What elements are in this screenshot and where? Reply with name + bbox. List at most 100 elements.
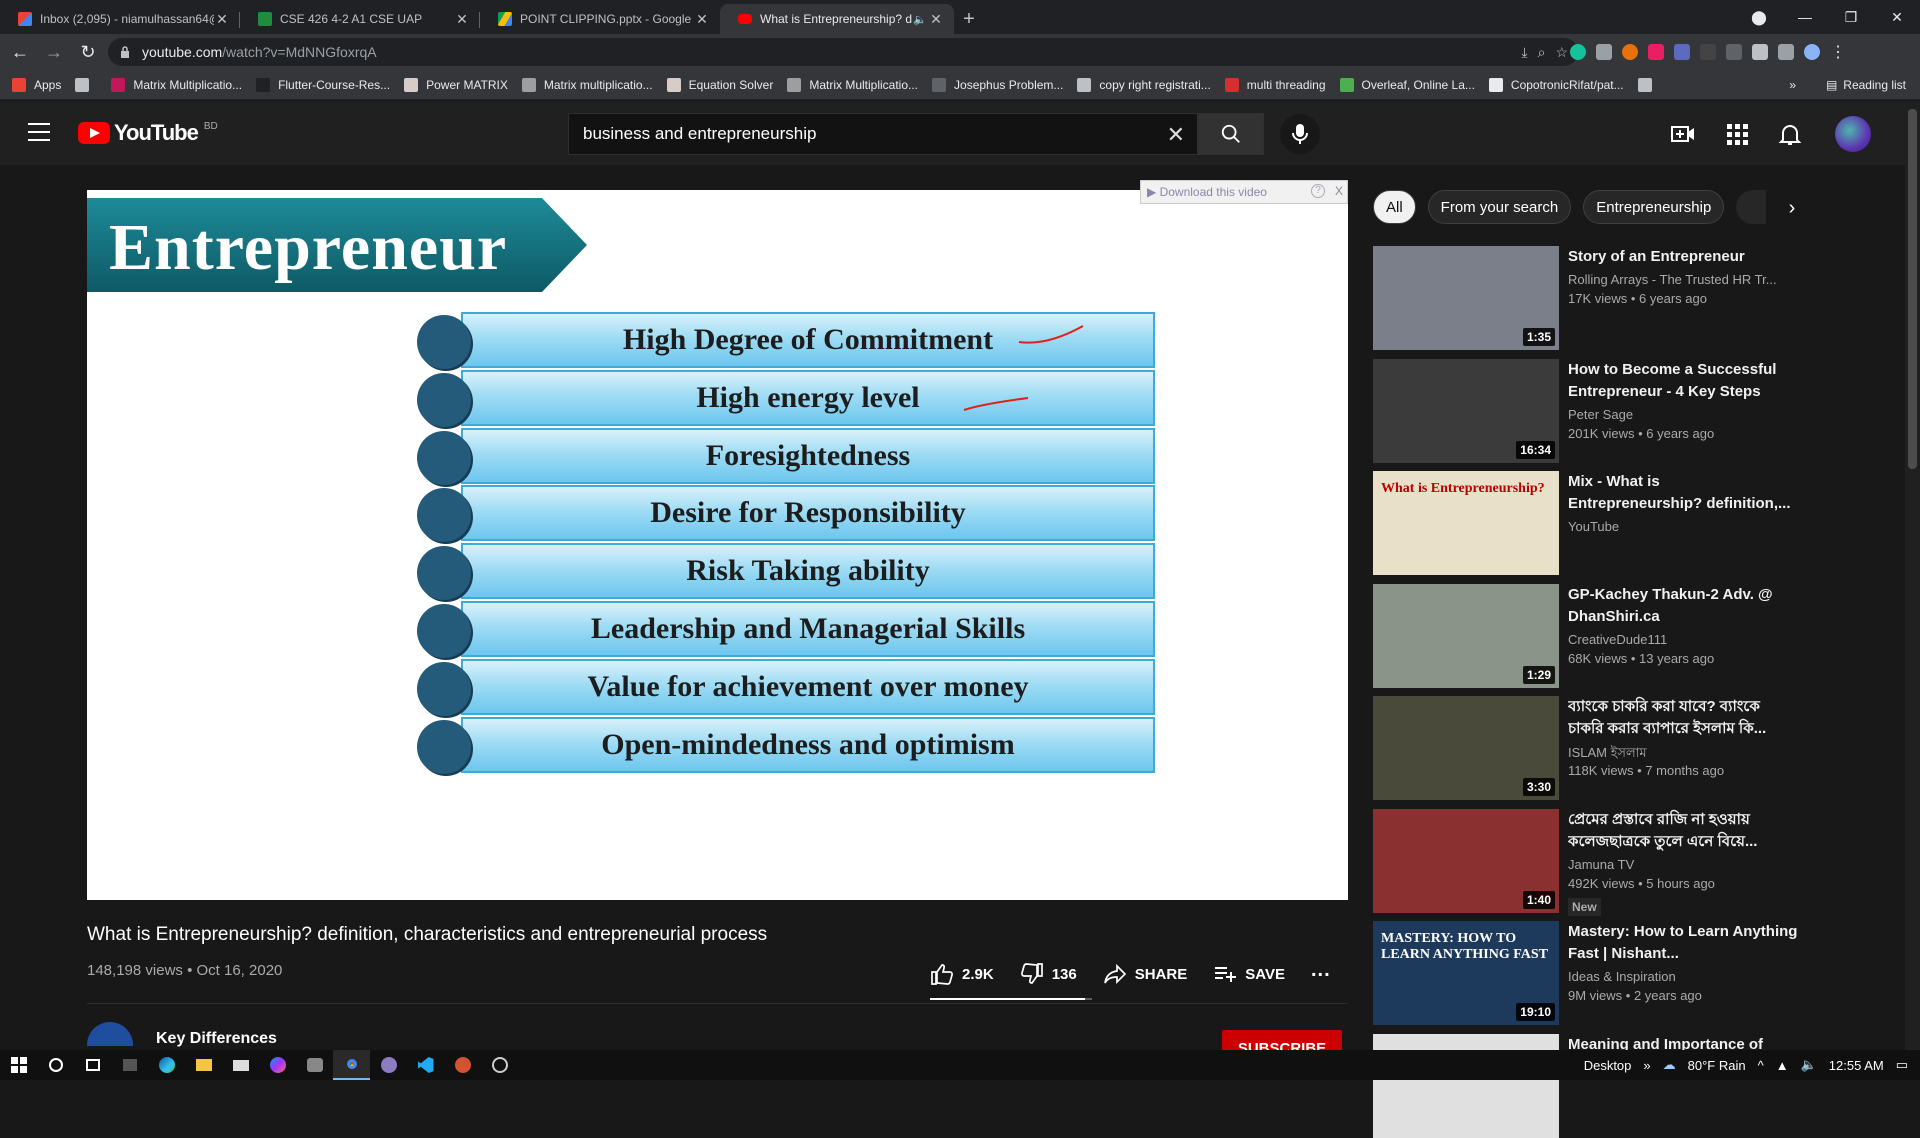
menu-icon[interactable] xyxy=(28,123,50,141)
close-tab-icon[interactable]: ✕ xyxy=(454,11,470,28)
related-video[interactable]: What is Entrepreneurship? Mix - What is E… xyxy=(1373,471,1813,575)
calculator-app[interactable] xyxy=(111,1050,148,1080)
address-bar[interactable]: youtube.com/watch?v=MdNNGfoxrqA ⤓ ⌕ ☆ xyxy=(108,38,1578,66)
weather-cloud-icon[interactable]: ☁ xyxy=(1663,1057,1676,1073)
related-video-channel[interactable]: Ideas & Inspiration xyxy=(1568,969,1798,984)
chevron-right-icon[interactable]: › xyxy=(1780,196,1804,220)
notifications-bell-icon[interactable] xyxy=(1777,121,1803,147)
task-view-button[interactable] xyxy=(74,1050,111,1080)
tab-gmail[interactable]: Inbox (2,095) - niamulhassan64@ ✕ xyxy=(0,4,240,34)
profile-avatar-icon[interactable] xyxy=(1804,44,1820,60)
bookmark-item[interactable]: Overleaf, Online La... xyxy=(1339,77,1475,92)
app-icon[interactable] xyxy=(296,1050,333,1080)
related-video-title[interactable]: How to Become a Successful Entrepreneur … xyxy=(1568,359,1798,403)
like-button[interactable]: 2.9K xyxy=(930,963,994,985)
download-help-icon[interactable]: ? xyxy=(1311,184,1325,198)
more-actions-button[interactable]: ... xyxy=(1311,959,1331,982)
menu-kebab-icon[interactable]: ⋮ xyxy=(1830,42,1846,62)
app-icon[interactable] xyxy=(481,1050,518,1080)
download-close-icon[interactable]: X xyxy=(1335,184,1343,198)
bookmark-item[interactable]: copy right registrati... xyxy=(1077,77,1211,92)
bookmark-item[interactable]: Matrix multiplicatio... xyxy=(521,77,653,92)
tray-overflow-icon[interactable]: ^ xyxy=(1758,1058,1764,1073)
maximize-icon[interactable]: ❐ xyxy=(1828,9,1874,26)
media-control-icon[interactable] xyxy=(1778,44,1794,60)
minimize-icon[interactable]: — xyxy=(1782,9,1828,25)
tab-youtube[interactable]: What is Entrepreneurship? d 🔈 ✕ xyxy=(720,4,954,34)
download-video-button[interactable]: ▶ Download this video ? X xyxy=(1140,180,1348,204)
chip-entrepreneurship[interactable]: Entrepreneurship xyxy=(1583,190,1725,224)
video-thumbnail[interactable]: 16:34 xyxy=(1373,358,1559,463)
profile-menu-icon[interactable]: ⬤ xyxy=(1736,9,1782,26)
dislike-button[interactable]: 136 xyxy=(1020,963,1077,985)
notification-center-icon[interactable]: ▭ xyxy=(1896,1057,1908,1073)
related-video-channel[interactable]: CreativeDude111 xyxy=(1568,632,1798,647)
bookmark-item[interactable]: Josephus Problem... xyxy=(932,77,1063,92)
video-player[interactable]: Entrepreneur High Degree of Commitment Hi… xyxy=(87,190,1348,900)
download-extension-icon[interactable] xyxy=(1674,44,1690,60)
new-tab-button[interactable]: + xyxy=(954,4,984,34)
flag-extension-icon[interactable] xyxy=(1648,44,1664,60)
file-explorer-app[interactable] xyxy=(185,1050,222,1080)
messenger-app[interactable] xyxy=(259,1050,296,1080)
bookmark-item[interactable]: multi threading xyxy=(1224,77,1326,92)
close-tab-icon[interactable]: ✕ xyxy=(928,11,944,28)
desktop-toolbar-label[interactable]: Desktop xyxy=(1584,1058,1632,1073)
bookmark-item[interactable] xyxy=(1637,77,1660,92)
related-video-channel[interactable]: Rolling Arrays - The Trusted HR Tr... xyxy=(1568,272,1798,287)
video-thumbnail[interactable]: 3:30 xyxy=(1373,696,1559,800)
close-tab-icon[interactable]: ✕ xyxy=(694,11,710,28)
related-video-title[interactable]: GP-Kachey Thakun-2 Adv. @ DhanShiri.ca xyxy=(1568,584,1798,628)
related-video[interactable]: 16:34 How to Become a Successful Entrepre… xyxy=(1373,358,1813,463)
bookmark-item[interactable]: Matrix Multiplicatio... xyxy=(787,77,918,92)
volume-icon[interactable]: 🔈 xyxy=(1801,1057,1817,1073)
network-icon[interactable]: ▲ xyxy=(1776,1058,1789,1073)
create-video-icon[interactable] xyxy=(1670,121,1696,147)
pen-extension-icon[interactable] xyxy=(1726,44,1742,60)
install-icon[interactable]: ⤓ xyxy=(1521,44,1527,61)
related-video[interactable]: 1:35 Story of an Entrepreneur Rolling Arra… xyxy=(1373,246,1813,350)
related-video-channel[interactable]: YouTube xyxy=(1568,519,1798,534)
related-video-channel[interactable]: ISLAM ইসলাম xyxy=(1568,744,1798,765)
related-video[interactable]: 1:40 প্রেমের প্রস্তাবে রাজি না হওয়ায় কল… xyxy=(1373,808,1813,916)
page-scrollbar[interactable] xyxy=(1905,101,1920,1050)
bookmark-item[interactable]: Flutter-Course-Res... xyxy=(256,77,390,92)
share-button[interactable]: SHARE xyxy=(1103,963,1187,985)
bookmark-star-icon[interactable]: ☆ xyxy=(1555,44,1568,61)
related-video-title[interactable]: ব্যাংকে চাকরি করা যাবে? ব্যাংকে চাকরি কর… xyxy=(1568,696,1798,740)
chip-from-your-search[interactable]: From your search xyxy=(1427,190,1572,224)
zoom-icon[interactable]: ⌕ xyxy=(1538,44,1546,61)
mail-app[interactable] xyxy=(222,1050,259,1080)
account-avatar[interactable] xyxy=(1835,116,1871,152)
save-button[interactable]: SAVE xyxy=(1213,963,1285,985)
search-button[interactable] xyxy=(1198,113,1264,155)
bookmark-item[interactable]: Power MATRIX xyxy=(404,77,508,92)
search-taskbar-button[interactable] xyxy=(37,1050,74,1080)
related-video-channel[interactable]: Peter Sage xyxy=(1568,407,1798,422)
bookmark-item[interactable]: CopotronicRifat/pat... xyxy=(1488,77,1624,92)
related-video-title[interactable]: Mix - What is Entrepreneurship? definiti… xyxy=(1568,471,1798,515)
bookmark-item[interactable]: Equation Solver xyxy=(666,77,773,92)
extension-icon[interactable] xyxy=(1700,44,1716,60)
speaker-icon[interactable]: 🔈 xyxy=(912,13,928,26)
channel-name[interactable]: Key Differences xyxy=(156,1030,277,1048)
forward-icon[interactable]: → xyxy=(40,38,68,66)
related-video[interactable]: 1:29 GP-Kachey Thakun-2 Adv. @ DhanShiri.… xyxy=(1373,583,1813,688)
apps-grid-icon[interactable] xyxy=(1724,121,1750,147)
related-video[interactable]: 3:30 ব্যাংকে চাকরি করা যাবে? ব্যাংকে চাকর… xyxy=(1373,696,1813,800)
tab-classroom[interactable]: CSE 426 4-2 A1 CSE UAP ✕ xyxy=(240,4,480,34)
bookmark-apps[interactable]: Apps xyxy=(12,77,61,92)
related-video[interactable]: MASTERY: HOW TO LEARN ANYTHING FAST 19:10… xyxy=(1373,921,1813,1025)
grammarly-icon[interactable] xyxy=(1570,44,1586,60)
tab-drive[interactable]: POINT CLIPPING.pptx - Google D ✕ xyxy=(480,4,720,34)
github-app[interactable] xyxy=(370,1050,407,1080)
video-thumbnail[interactable]: MASTERY: HOW TO LEARN ANYTHING FAST 19:10 xyxy=(1373,921,1559,1025)
related-video-title[interactable]: প্রেমের প্রস্তাবে রাজি না হওয়ায় কলেজছা… xyxy=(1568,809,1798,853)
scrollbar-thumb[interactable] xyxy=(1908,109,1917,469)
reload-icon[interactable]: ↻ xyxy=(74,38,102,66)
video-thumbnail[interactable]: What is Entrepreneurship? xyxy=(1373,471,1559,575)
chevron-right-icon[interactable]: » xyxy=(1643,1058,1650,1073)
voice-search-button[interactable] xyxy=(1280,114,1320,154)
extension-icon[interactable] xyxy=(1622,44,1638,60)
youtube-logo[interactable]: YouTube BD xyxy=(78,120,218,146)
